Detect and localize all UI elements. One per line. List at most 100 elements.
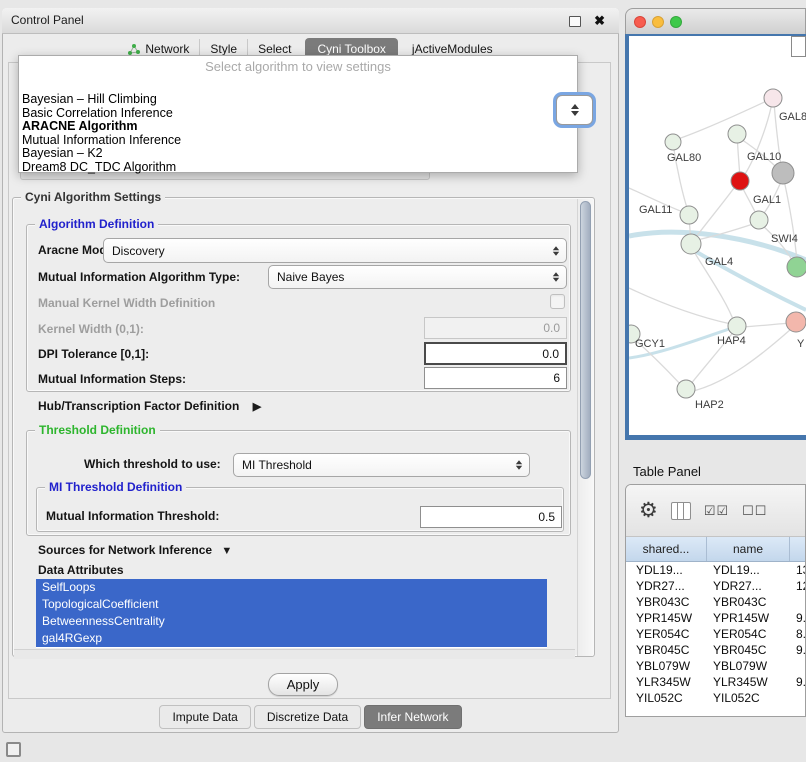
expanded-arrow-icon[interactable]: ▼ <box>221 545 232 557</box>
edge <box>742 323 791 327</box>
columns-icon[interactable] <box>671 502 691 520</box>
node-unlabeled-green[interactable] <box>787 257 806 277</box>
table-panel-window: ⚙ ☑☑ ☐☐ shared... name YDL19... YDL19...… <box>625 484 806 717</box>
dpi-tolerance-label: DPI Tolerance [0,1]: <box>38 347 149 362</box>
cell <box>790 690 805 706</box>
collapsed-arrow-icon[interactable]: ▶ <box>253 401 261 413</box>
list-item-attribute[interactable]: SelfLoops <box>36 579 547 596</box>
node-unlabeled-1[interactable] <box>728 125 746 143</box>
cell: 8. <box>790 626 805 642</box>
table-row[interactable]: YLR345W YLR345W 9. <box>626 674 805 690</box>
which-threshold-value: MI Threshold <box>242 458 312 472</box>
column-header-name[interactable]: name <box>707 537 790 561</box>
cell: YDL19... <box>707 562 790 578</box>
node-label-gal4: GAL4 <box>705 256 733 268</box>
tab-label: Cyni Toolbox <box>317 42 385 56</box>
dropdown-item[interactable]: Mutual Information Inference <box>22 134 574 148</box>
table-toolbar: ⚙ ☑☑ ☐☐ <box>626 485 805 537</box>
node-gal80[interactable] <box>665 134 681 150</box>
cell: YLR345W <box>707 674 790 690</box>
list-item-attribute[interactable]: TopologicalCoefficient <box>36 596 547 613</box>
dropdown-item[interactable]: Bayesian – K2 <box>22 147 574 161</box>
network-overview-widget[interactable] <box>791 36 806 57</box>
mi-threshold-field[interactable] <box>420 506 562 528</box>
group-title: Algorithm Definition <box>35 217 158 232</box>
cell: YBL079W <box>626 658 707 674</box>
horizontal-scrollbar[interactable] <box>14 649 575 659</box>
tab-infer-network[interactable]: Infer Network <box>364 705 461 729</box>
node-gal4[interactable] <box>681 234 701 254</box>
column-header-shared-name[interactable]: shared... <box>626 537 707 561</box>
window-title: Control Panel <box>11 8 84 33</box>
algorithm-dropdown-popup: Select algorithm to view settings Bayesi… <box>18 55 578 173</box>
mi-algorithm-type-select[interactable]: Naive Bayes <box>268 265 567 289</box>
table-row[interactable]: YDR27... YDR27... 12 <box>626 578 805 594</box>
close-button-icon[interactable] <box>634 16 646 28</box>
tab-impute-data[interactable]: Impute Data <box>159 705 250 729</box>
close-window-icon[interactable]: ✖ <box>594 12 605 30</box>
aracne-mode-select[interactable]: Discovery <box>103 238 567 263</box>
kernel-width-label: Kernel Width (0,1): <box>38 322 144 337</box>
mi-steps-field[interactable] <box>424 367 567 389</box>
hub-section-header[interactable]: Hub/Transcription Factor Definition ▶ <box>38 399 261 415</box>
select-all-icon[interactable]: ☑☑ <box>704 504 729 517</box>
float-window-icon[interactable] <box>569 16 581 27</box>
scrollbar-thumb[interactable] <box>580 201 591 479</box>
deselect-all-icon[interactable]: ☐☐ <box>742 504 767 517</box>
dropdown-item-selected[interactable]: ARACNE Algorithm <box>22 120 574 134</box>
restore-panel-icon[interactable] <box>6 742 21 757</box>
node-gal1[interactable] <box>750 211 768 229</box>
group-title: Threshold Definition <box>35 423 160 438</box>
table-row[interactable]: YBR043C YBR043C <box>626 594 805 610</box>
algorithm-combobox-button[interactable] <box>556 95 593 125</box>
network-canvas[interactable]: GAL8 GAL80 GAL10 GAL11 GAL1 SWI4 GAL4 GC… <box>629 36 806 435</box>
node-label-gal10: GAL10 <box>747 151 781 163</box>
apply-button[interactable]: Apply <box>268 673 338 696</box>
node-unlabeled-salmon[interactable] <box>786 312 806 332</box>
node-gal10[interactable] <box>731 172 749 190</box>
aracne-mode-value: Discovery <box>112 244 165 258</box>
mi-algorithm-type-label: Mutual Information Algorithm Type: <box>38 270 240 285</box>
manual-kernel-width-label: Manual Kernel Width Definition <box>38 296 215 311</box>
sources-section-header[interactable]: Sources for Network Inference ▼ <box>38 543 232 559</box>
cell: YER054C <box>707 626 790 642</box>
node-gal11[interactable] <box>680 206 698 224</box>
cell: 9. <box>790 642 805 658</box>
table-header-row: shared... name <box>626 537 805 562</box>
list-item-attribute[interactable]: BetweennessCentrality <box>36 613 547 630</box>
group-title: MI Threshold Definition <box>45 480 186 495</box>
node-hap2[interactable] <box>677 380 695 398</box>
cell: 13 <box>790 562 805 578</box>
dpi-tolerance-field[interactable] <box>424 342 567 365</box>
tab-discretize-data[interactable]: Discretize Data <box>254 705 361 729</box>
which-threshold-select[interactable]: MI Threshold <box>233 453 530 477</box>
zoom-button-icon[interactable] <box>670 16 682 28</box>
table-row[interactable]: YBL079W YBL079W <box>626 658 805 674</box>
cell <box>790 594 805 610</box>
column-header-clipped[interactable] <box>790 537 805 561</box>
node-label-gal1: GAL1 <box>753 194 781 206</box>
node-label-clipped: Y <box>797 338 805 350</box>
edge <box>675 98 773 140</box>
table-row[interactable]: YER054C YER054C 8. <box>626 626 805 642</box>
gear-icon[interactable]: ⚙ <box>639 500 658 521</box>
control-panel-titlebar[interactable]: Control Panel ✖ <box>2 8 619 34</box>
dropdown-item[interactable]: Dream8 DC_TDC Algorithm <box>22 161 574 175</box>
table-row[interactable]: YBR045C YBR045C 9. <box>626 642 805 658</box>
tab-label: Network <box>145 42 189 56</box>
dropdown-item[interactable]: Basic Correlation Inference <box>22 107 574 121</box>
dropdown-item[interactable]: Bayesian – Hill Climbing <box>22 93 574 107</box>
node-unlabeled-pink[interactable] <box>764 89 782 107</box>
cell: YBL079W <box>707 658 790 674</box>
node-hap4[interactable] <box>728 317 746 335</box>
network-window-titlebar[interactable] <box>625 8 806 34</box>
table-row[interactable]: YPR145W YPR145W 9. <box>626 610 805 626</box>
table-row[interactable]: YIL052C YIL052C <box>626 690 805 706</box>
table-row[interactable]: YDL19... YDL19... 13 <box>626 562 805 578</box>
vertical-scrollbar[interactable] <box>577 199 593 656</box>
minimize-button-icon[interactable] <box>652 16 664 28</box>
bottom-tabs: Impute Data Discretize Data Infer Networ… <box>2 705 619 729</box>
kernel-width-field <box>424 317 567 339</box>
node-unlabeled-gray[interactable] <box>772 162 794 184</box>
list-item-attribute[interactable]: gal4RGexp <box>36 630 547 647</box>
